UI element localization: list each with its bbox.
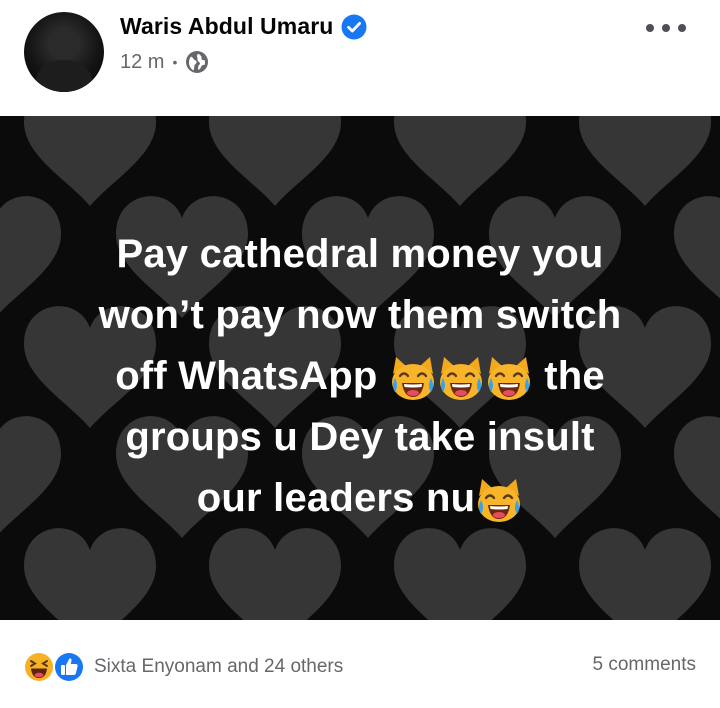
avatar-face [51, 26, 77, 60]
avatar[interactable] [24, 12, 104, 92]
post-text-fragment: our leaders nu [196, 476, 476, 520]
cat-tears-of-joy-icon [390, 356, 436, 402]
post-text-line: off WhatsApp the [40, 346, 680, 407]
author-name[interactable]: Waris Abdul Umaru [120, 13, 333, 40]
more-options-icon[interactable] [646, 14, 686, 42]
heart-icon-row-5 [24, 528, 711, 620]
cat-tears-of-joy-icon [486, 356, 532, 402]
globe-icon[interactable] [185, 50, 209, 74]
post-text-fragment: off WhatsApp [115, 354, 378, 398]
more-dot [678, 24, 686, 32]
more-dot [662, 24, 670, 32]
cat-tears-of-joy-icon [438, 356, 484, 402]
reactions-summary[interactable]: Sixta Enyonam and 24 others [22, 650, 343, 684]
post-text: Pay cathedral money you won’t pay now th… [40, 224, 680, 529]
post-text-fragment: the [544, 354, 605, 398]
like-icon [53, 651, 85, 683]
verified-badge-icon [341, 14, 367, 39]
post-footer: Sixta Enyonam and 24 others 5 comments [0, 620, 720, 708]
comments-count[interactable]: 5 comments [593, 654, 696, 676]
timestamp[interactable]: 12 m [120, 51, 164, 74]
post-header: Waris Abdul Umaru 12 m • [0, 0, 720, 116]
more-dot [646, 24, 654, 32]
heart-icon-row-1 [24, 116, 711, 206]
post-text-line: our leaders nu [40, 468, 680, 529]
author-row: Waris Abdul Umaru [120, 13, 367, 40]
post-text-line: won’t pay now them switch [98, 293, 622, 337]
meta-separator: • [172, 54, 178, 70]
avatar-shoulders [36, 60, 92, 92]
haha-icon [23, 651, 55, 683]
post-background[interactable]: Pay cathedral money you won’t pay now th… [0, 116, 720, 620]
reactors-label[interactable]: Sixta Enyonam and 24 others [94, 656, 343, 678]
cat-tears-of-joy-icon [477, 478, 522, 524]
post-text-line: Pay cathedral money you [116, 232, 604, 276]
post-text-line: groups u Dey take insult [125, 415, 595, 459]
post-meta: 12 m • [120, 50, 209, 74]
